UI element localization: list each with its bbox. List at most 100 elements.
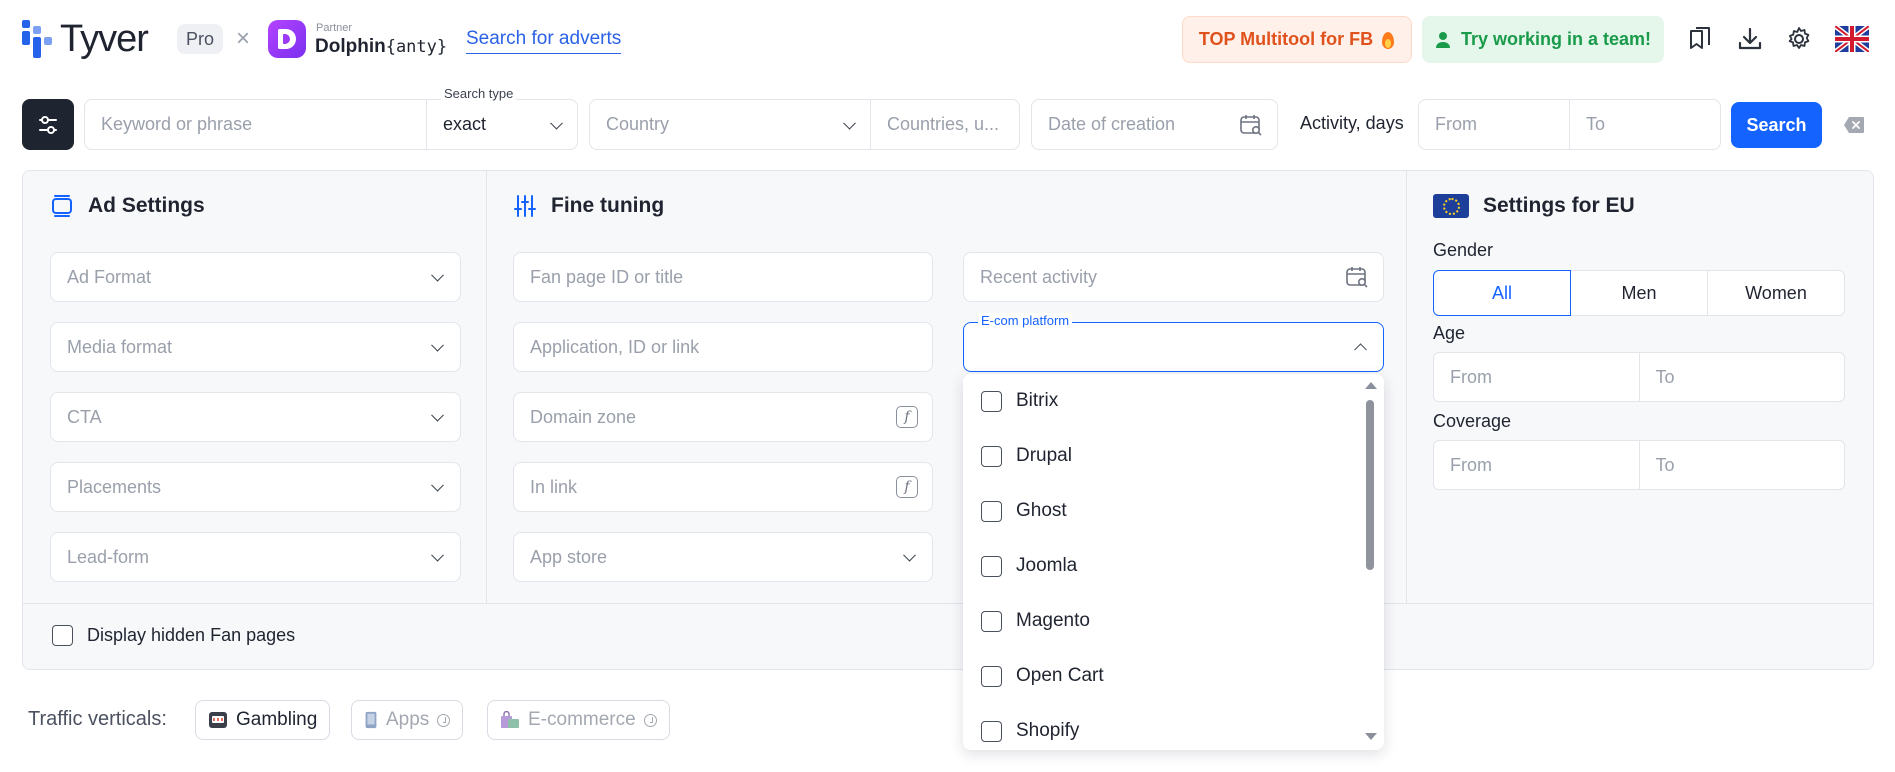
search-type-select[interactable]: Search type exact [426, 86, 578, 150]
chevron-down-icon [431, 268, 444, 282]
search-button[interactable]: Search [1731, 102, 1822, 148]
media-format-select[interactable]: Media format [50, 322, 461, 372]
tuning-sliders-icon [514, 195, 536, 217]
scroll-down-arrow-icon[interactable] [1365, 733, 1377, 740]
checkbox[interactable] [981, 555, 1002, 577]
sliders-icon [39, 115, 57, 134]
date-of-creation-input[interactable]: Date of creation [1031, 99, 1278, 150]
coverage-from-input[interactable]: From [1433, 440, 1640, 490]
try-team-label: Try working in a team! [1460, 29, 1652, 49]
fan-page-input[interactable]: Fan page ID or title [513, 252, 933, 302]
search-type-label: Search type [441, 86, 517, 101]
ecom-option-drupal[interactable]: Drupal [981, 441, 1072, 471]
gear-icon[interactable] [1786, 26, 1812, 52]
chip-apps[interactable]: Apps [351, 700, 464, 740]
activity-to-input[interactable]: To [1569, 99, 1721, 150]
download-icon[interactable] [1737, 26, 1763, 52]
lead-form-placeholder: Lead-form [67, 546, 150, 567]
ad-settings-title-text: Ad Settings [88, 194, 205, 217]
ecom-option-bitrix[interactable]: Bitrix [981, 386, 1058, 416]
option-label: Drupal [1016, 445, 1072, 466]
country-select[interactable]: Country [589, 99, 871, 150]
recent-activity-input[interactable]: Recent activity [963, 252, 1384, 302]
ecom-platform-dropdown[interactable]: Bitrix Drupal Ghost Joomla Magento Open … [963, 374, 1384, 750]
checkbox[interactable] [981, 610, 1002, 632]
panel-divider [23, 603, 1873, 604]
app-store-select[interactable]: App store [513, 532, 933, 582]
gender-women-button[interactable]: Women [1707, 270, 1845, 316]
checkbox[interactable] [52, 625, 73, 646]
coverage-to-input[interactable]: To [1638, 440, 1845, 490]
bookmarks-icon[interactable] [1687, 26, 1713, 52]
recent-activity-placeholder: Recent activity [980, 266, 1098, 287]
calendar-search-icon [1240, 114, 1262, 136]
option-label: Shopify [1016, 720, 1080, 741]
function-icon[interactable]: f [896, 476, 918, 498]
tyver-logo[interactable]: Tyver [22, 20, 149, 58]
checkbox[interactable] [981, 720, 1002, 742]
ecom-platform-label: E-com platform [978, 313, 1073, 329]
cta-select[interactable]: CTA [50, 392, 461, 442]
keyword-input[interactable]: Keyword or phrase [84, 99, 427, 150]
coverage-label: Coverage [1433, 411, 1512, 431]
option-label: Open Cart [1016, 665, 1104, 686]
application-input[interactable]: Application, ID or link [513, 322, 933, 372]
chip-label: E-commerce [528, 709, 636, 730]
top-multitool-button[interactable]: TOP Multitool for FB [1182, 16, 1412, 63]
hidden-fan-pages-option[interactable]: Display hidden Fan pages [52, 625, 295, 646]
plan-badge: Pro [177, 24, 223, 54]
clear-icon[interactable] [1843, 116, 1865, 134]
uk-flag-icon[interactable] [1835, 26, 1869, 52]
activity-to-placeholder: To [1586, 114, 1606, 134]
age-to-input[interactable]: To [1638, 352, 1845, 402]
ad-layers-icon [52, 195, 72, 217]
countries-input[interactable]: Countries, u... [870, 99, 1020, 150]
ecom-platform-select[interactable]: E-com platform [963, 313, 1384, 372]
shopping-bags-icon [501, 711, 519, 728]
ecom-option-ghost[interactable]: Ghost [981, 496, 1067, 526]
panel-divider [1406, 170, 1407, 603]
fire-icon [1381, 30, 1395, 50]
checkbox[interactable] [981, 665, 1002, 687]
dropdown-scrollbar[interactable] [1366, 400, 1374, 570]
in-link-input[interactable]: In link f [513, 462, 933, 512]
ad-format-select[interactable]: Ad Format [50, 252, 461, 302]
chip-gambling[interactable]: Gambling [195, 700, 331, 740]
fine-tuning-title: Fine tuning [513, 194, 664, 218]
ecom-option-magento[interactable]: Magento [981, 606, 1090, 636]
filter-toggle-button[interactable] [22, 99, 74, 150]
clock-icon [643, 713, 657, 727]
ecom-option-shopify[interactable]: Shopify [981, 716, 1079, 746]
age-from-input[interactable]: From [1433, 352, 1640, 402]
checkbox[interactable] [981, 445, 1002, 467]
partner-name[interactable]: Dolphin{anty} [315, 36, 447, 58]
search-adverts-link[interactable]: Search for adverts [466, 28, 622, 54]
domain-zone-input[interactable]: Domain zone f [513, 392, 933, 442]
keyword-placeholder: Keyword or phrase [101, 114, 253, 134]
chevron-down-icon [843, 116, 856, 130]
partner-caption: Partner [316, 22, 353, 34]
calendar-search-icon [1346, 267, 1368, 288]
option-label: Magento [1016, 610, 1090, 631]
gender-men-button[interactable]: Men [1570, 270, 1708, 316]
activity-from-input[interactable]: From [1418, 99, 1570, 150]
countries-placeholder: Countries, u... [887, 114, 1000, 134]
try-team-button[interactable]: Try working in a team! [1422, 16, 1664, 63]
clock-icon [437, 713, 451, 727]
ecom-option-joomla[interactable]: Joomla [981, 551, 1077, 581]
scroll-up-arrow-icon[interactable] [1365, 382, 1377, 389]
gender-segmented-control: All Men Women [1433, 270, 1845, 316]
checkbox[interactable] [981, 500, 1002, 522]
ecom-option-open-cart[interactable]: Open Cart [981, 661, 1104, 691]
panel-divider [486, 170, 487, 603]
option-label: Ghost [1016, 500, 1067, 521]
lead-form-select[interactable]: Lead-form [50, 532, 461, 582]
checkbox[interactable] [981, 390, 1002, 412]
gender-all-button[interactable]: All [1433, 270, 1571, 316]
chip-ecommerce[interactable]: E-commerce [487, 700, 670, 740]
placements-select[interactable]: Placements [50, 462, 461, 512]
placements-placeholder: Placements [67, 476, 162, 497]
dolphin-logo-icon[interactable] [268, 20, 306, 58]
function-icon[interactable]: f [896, 406, 918, 428]
ad-format-placeholder: Ad Format [67, 266, 152, 287]
